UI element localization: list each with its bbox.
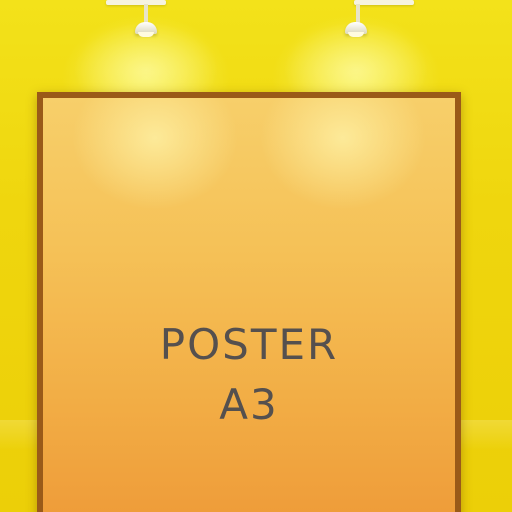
lamp-bulb: [138, 32, 154, 37]
gallery-wall-scene: POSTER A3: [0, 0, 512, 512]
poster-mockup: POSTER A3: [43, 98, 455, 512]
lamp-bulb: [348, 32, 364, 37]
poster-frame: POSTER A3: [37, 92, 461, 512]
poster-size-label: A3: [219, 380, 279, 429]
lamp-rail: [354, 0, 414, 5]
spotlight-lamp-right-icon: [345, 0, 414, 40]
lamp-arm: [144, 4, 148, 24]
poster-title: POSTER: [159, 320, 339, 369]
lamp-rail: [106, 0, 166, 5]
lamp-arm: [356, 4, 360, 24]
spotlight-lamp-left-icon: [106, 0, 166, 40]
